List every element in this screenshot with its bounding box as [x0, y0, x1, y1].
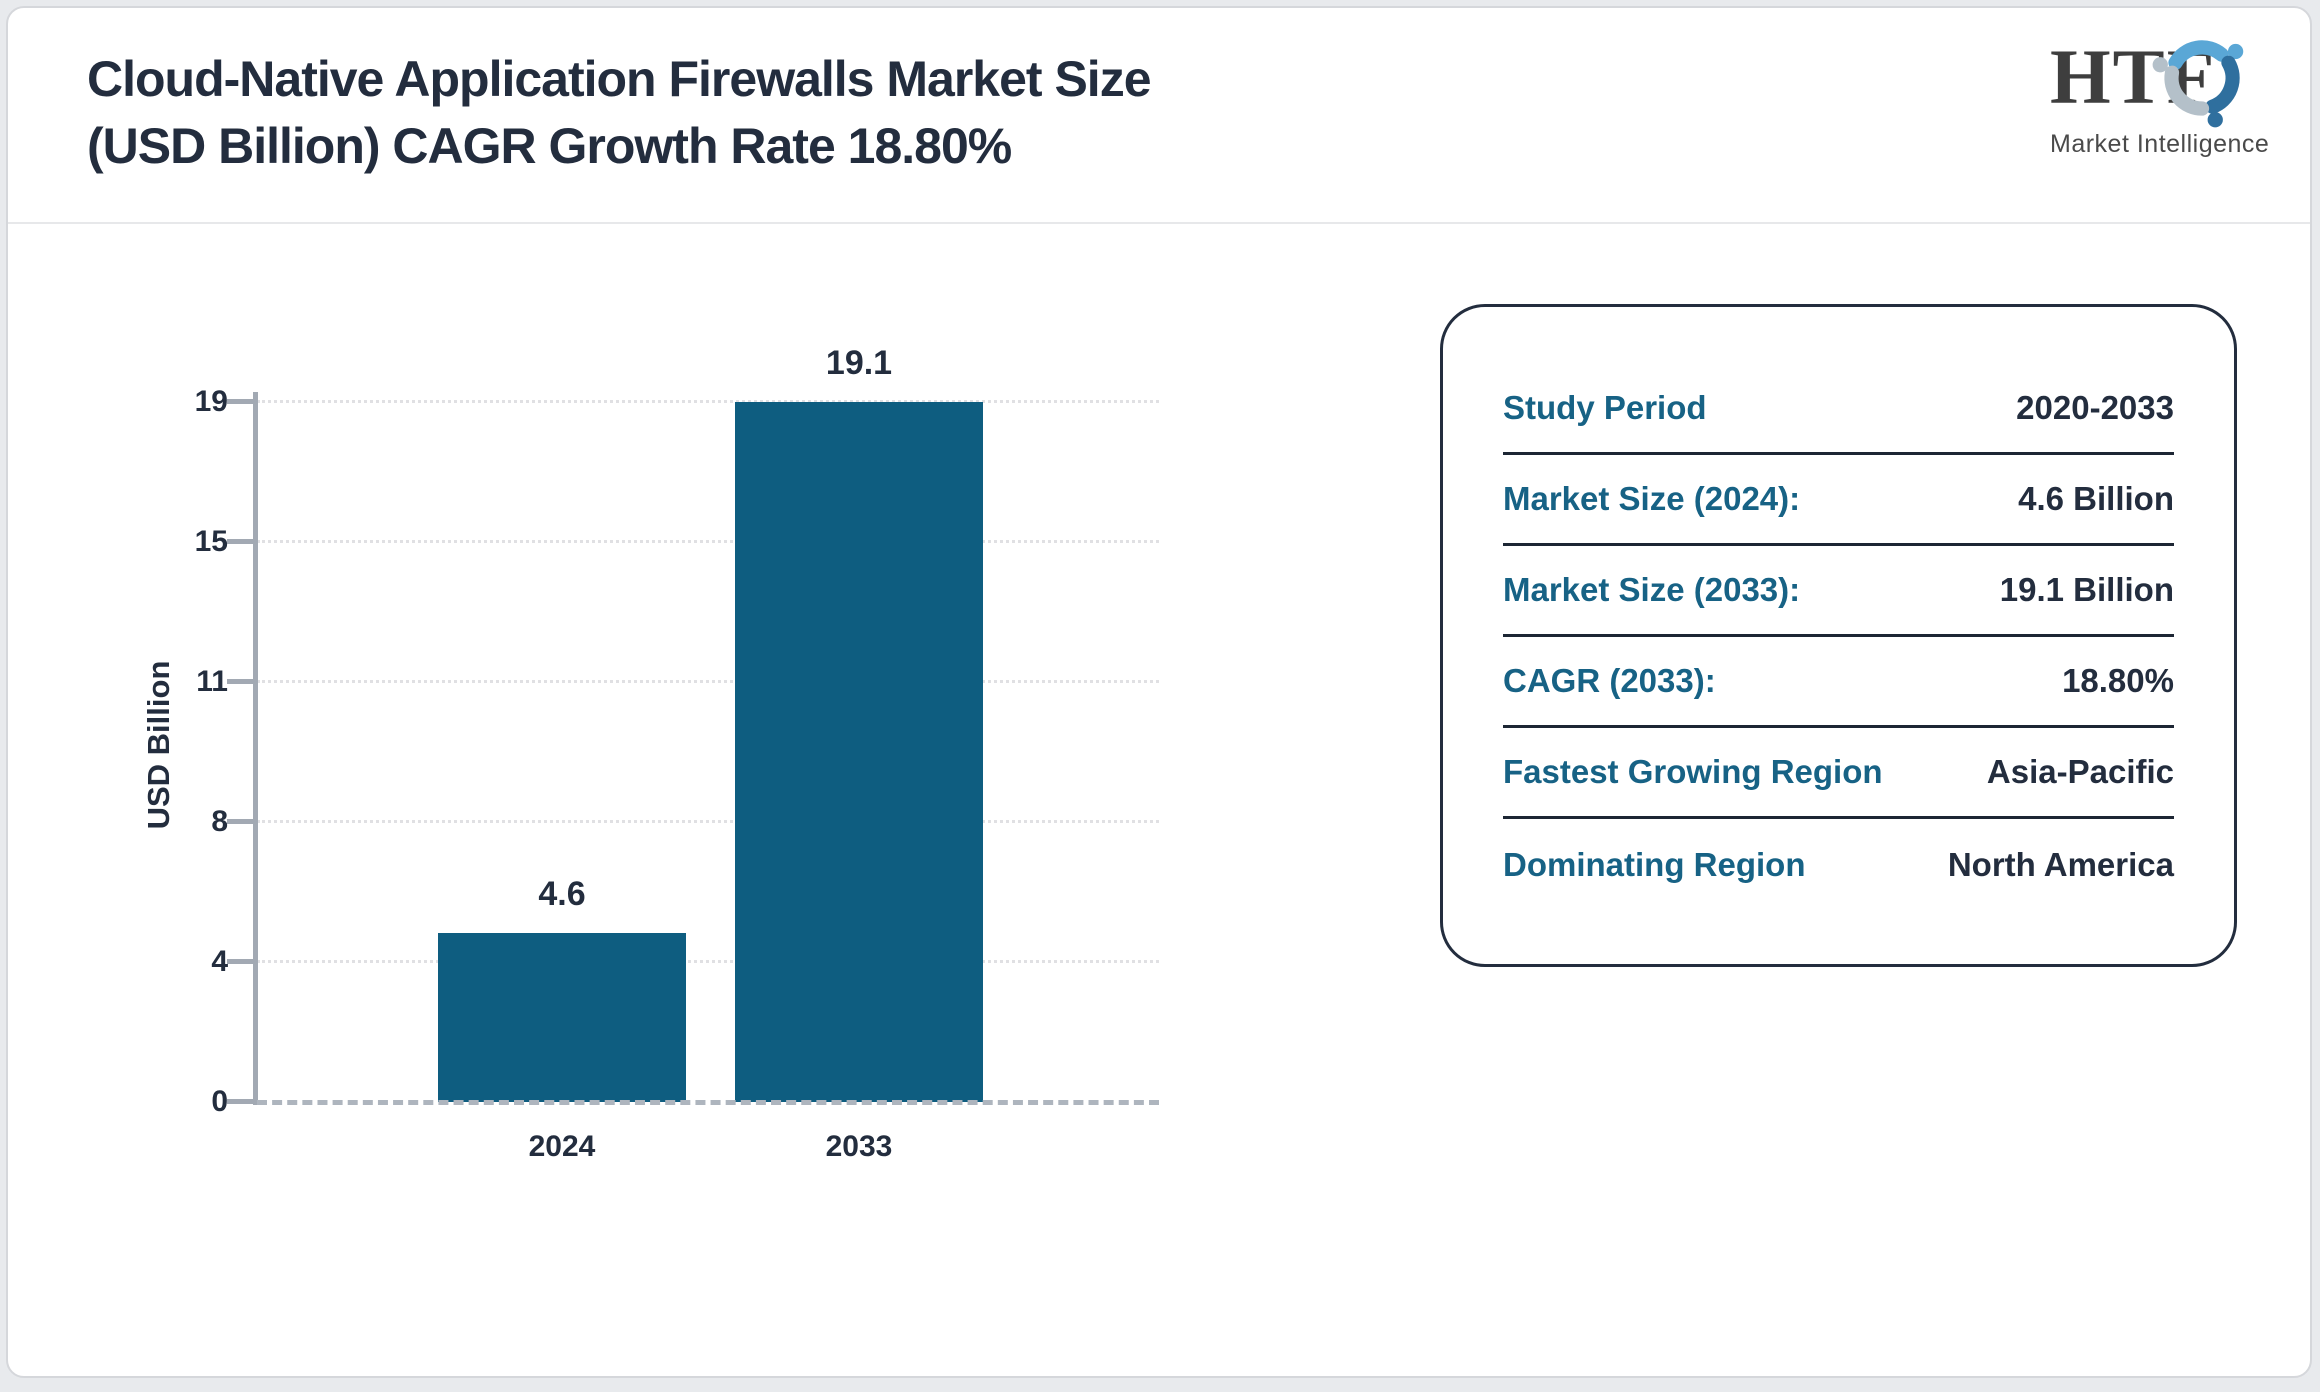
x-axis-zero-line — [257, 1100, 1159, 1105]
y-tick-label: 11 — [196, 665, 228, 698]
x-category-label: 2024 — [528, 1130, 596, 1163]
y-axis-line — [253, 392, 258, 1105]
info-row-value: 2020-2033 — [2016, 389, 2174, 426]
info-row-value: 19.1 Billion — [1999, 571, 2174, 608]
info-row-market-size-2033: Market Size (2033): 19.1 Billion — [1503, 546, 2174, 637]
info-row-label: Market Size (2033): — [1503, 571, 1801, 608]
x-category-label: 2033 — [825, 1130, 893, 1163]
info-row-label: Fastest Growing Region — [1503, 753, 1883, 790]
info-row-label: Market Size (2024): — [1503, 480, 1801, 517]
y-tick-label: 15 — [194, 525, 228, 558]
y-gridline — [257, 960, 1159, 963]
info-row-fastest-growing-region: Fastest Growing Region Asia-Pacific — [1503, 728, 2174, 819]
info-panel: Study Period 2020-2033 Market Size (2024… — [1440, 304, 2237, 967]
info-row-dominating-region: Dominating Region North America — [1503, 819, 2174, 910]
info-row-label: CAGR (2033): — [1503, 662, 1716, 699]
y-gridline — [257, 680, 1159, 683]
info-row-market-size-2024: Market Size (2024): 4.6 Billion — [1503, 455, 2174, 546]
info-row-study-period: Study Period 2020-2033 — [1503, 364, 2174, 455]
info-row-cagr: CAGR (2033): 18.80% — [1503, 637, 2174, 728]
y-tick-label: 0 — [211, 1085, 228, 1118]
y-tick-label: 4 — [211, 945, 228, 978]
report-card: Cloud-Native Application Firewalls Marke… — [6, 6, 2312, 1378]
info-row-label: Dominating Region — [1503, 845, 1806, 883]
y-tick-mark — [227, 539, 253, 544]
info-row-label: Study Period — [1503, 389, 1707, 426]
bar-2033 — [735, 402, 983, 1102]
y-gridline — [257, 400, 1159, 403]
y-tick-label: 8 — [211, 805, 228, 838]
y-tick-mark — [227, 399, 253, 404]
bar-value-label: 19.1 — [825, 344, 893, 382]
y-tick-mark — [227, 959, 253, 964]
page: Cloud-Native Application Firewalls Marke… — [0, 0, 2320, 1392]
bar-value-label: 4.6 — [538, 875, 586, 913]
info-row-value: Asia-Pacific — [1986, 753, 2174, 790]
y-gridline — [257, 820, 1159, 823]
y-tick-mark — [227, 819, 253, 824]
bar-2024 — [438, 933, 686, 1102]
info-row-value: 4.6 Billion — [2018, 480, 2174, 517]
info-row-value: 18.80% — [2062, 662, 2174, 699]
y-tick-mark — [227, 679, 253, 684]
y-gridline — [257, 540, 1159, 543]
y-tick-label: 19 — [194, 385, 228, 418]
y-tick-mark — [227, 1099, 253, 1104]
info-row-value: North America — [1947, 845, 2174, 883]
